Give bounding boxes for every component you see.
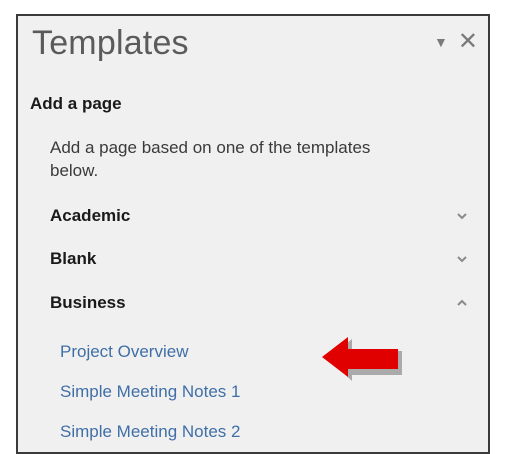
close-icon[interactable]: ✕ — [458, 30, 478, 54]
category-label: Business — [50, 293, 126, 312]
category-academic[interactable]: Academic — [50, 204, 480, 232]
category-label: Blank — [50, 249, 97, 268]
category-business[interactable]: Business — [50, 291, 480, 319]
pane-controls: ▼ ✕ — [434, 30, 478, 54]
template-link-simple-meeting-notes-2[interactable]: Simple Meeting Notes 2 — [60, 422, 240, 442]
templates-pane: Templates ▼ ✕ Add a page Add a page base… — [16, 14, 490, 454]
chevron-up-icon[interactable] — [456, 297, 468, 309]
section-heading: Add a page — [30, 94, 122, 113]
category-blank[interactable]: Blank — [50, 247, 480, 275]
category-label: Academic — [50, 206, 131, 225]
dropdown-icon[interactable]: ▼ — [434, 35, 448, 49]
arrow-icon — [322, 337, 402, 381]
template-link-project-overview[interactable]: Project Overview — [60, 342, 188, 362]
chevron-down-icon[interactable] — [456, 210, 468, 222]
template-link-simple-meeting-notes-1[interactable]: Simple Meeting Notes 1 — [60, 382, 240, 402]
section-description: Add a page based on one of the templates… — [50, 138, 371, 180]
pane-title: Templates — [32, 24, 189, 62]
chevron-down-icon[interactable] — [456, 253, 468, 265]
